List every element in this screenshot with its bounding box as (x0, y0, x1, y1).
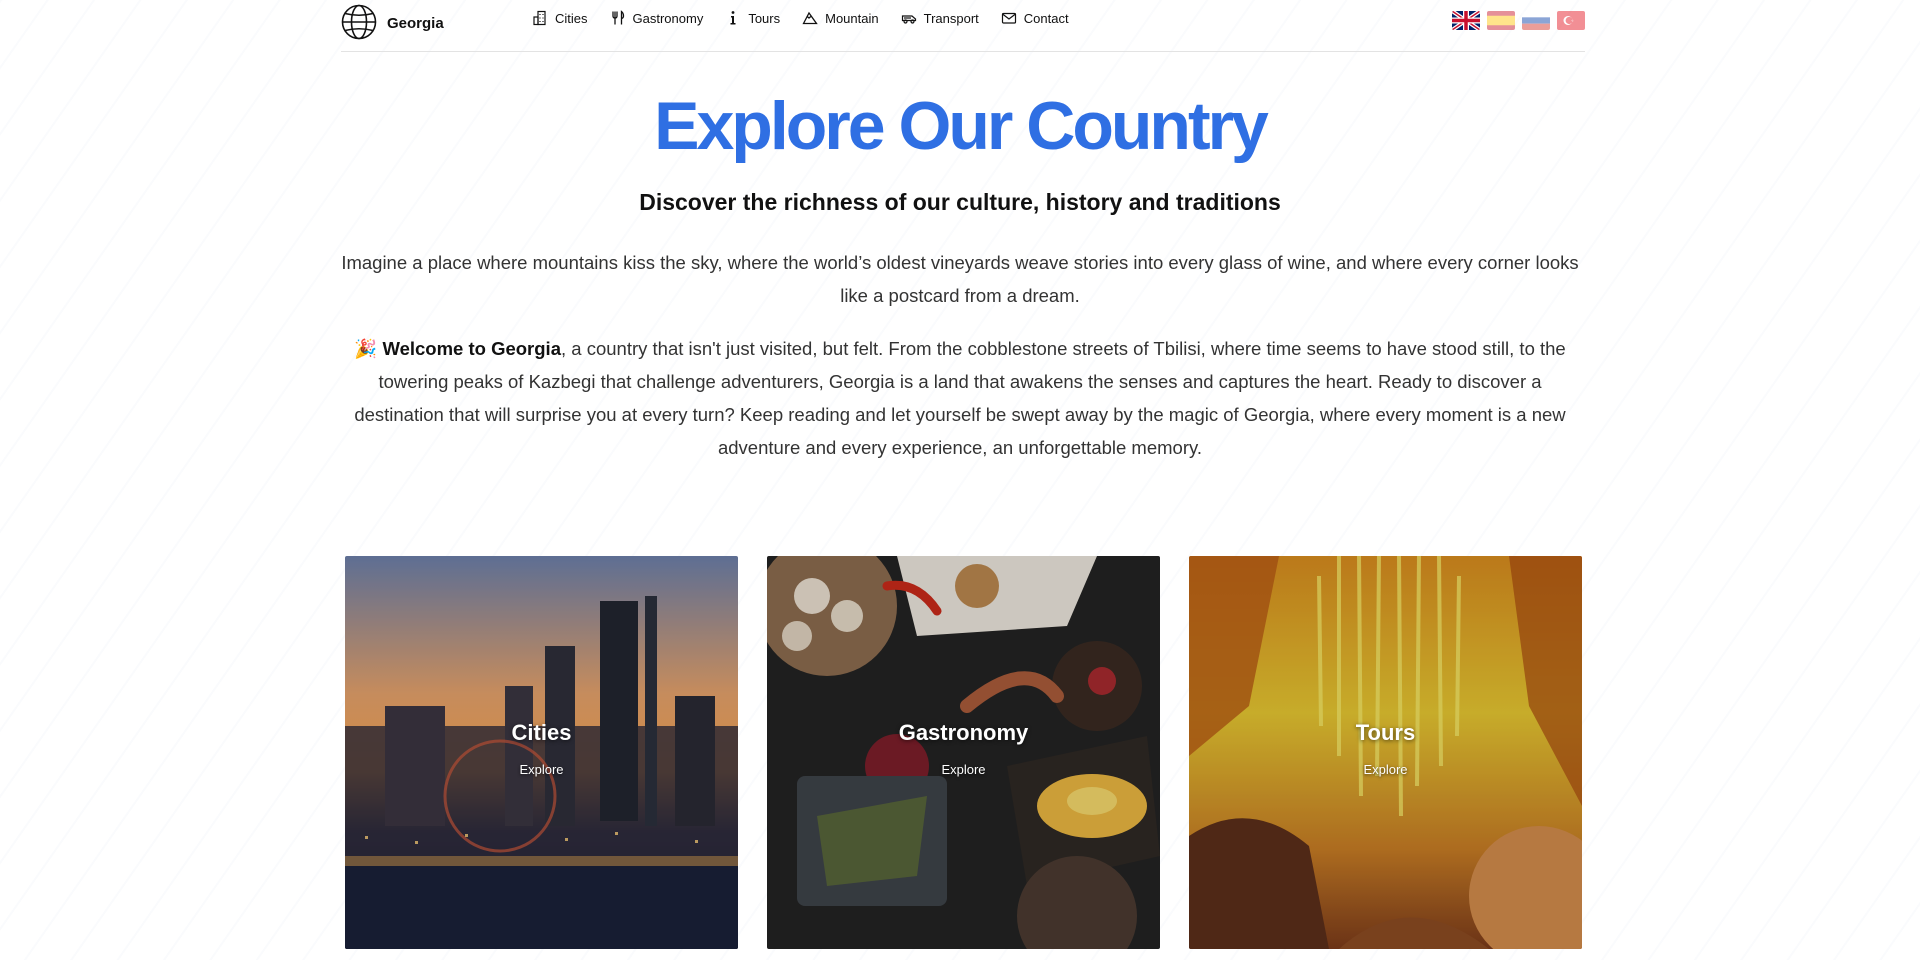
russia-flag-icon[interactable] (1522, 11, 1550, 30)
nav-item-label: Tours (748, 10, 781, 26)
globe-icon (341, 4, 377, 40)
card-explore-link[interactable]: Explore (767, 762, 1160, 777)
turkey-flag-icon[interactable] (1557, 11, 1585, 30)
main-nav: Cities Gastronomy Tours Mountain Transpo… (532, 10, 1091, 26)
nav-item-mountain[interactable]: Mountain (802, 10, 879, 26)
hero-section: Explore Our Country Discover the richnes… (0, 52, 1920, 464)
mail-icon (1001, 12, 1016, 24)
card-overlay (767, 556, 1160, 949)
card-title: Tours (1355, 720, 1416, 745)
card-explore-link[interactable]: Explore (345, 762, 738, 777)
welcome-heading: Welcome to Georgia (382, 338, 561, 360)
city-icon (533, 10, 546, 26)
party-icon: 🎉 (354, 338, 378, 360)
mountain-icon (802, 11, 818, 25)
card-title: Cities (511, 720, 572, 745)
category-cards: Cities Explore Gastronomy Explore Tours … (345, 556, 1611, 949)
card-overlay (1189, 556, 1582, 949)
spain-flag-icon[interactable] (1487, 11, 1515, 30)
hero-subtitle: Discover the richness of our culture, hi… (639, 189, 1281, 216)
card-title: Gastronomy (898, 720, 1029, 745)
nav-item-cities[interactable]: Cities (532, 10, 588, 26)
card-explore-link[interactable]: Explore (1189, 762, 1582, 777)
cutlery-icon (611, 10, 624, 25)
nav-item-contact[interactable]: Contact (1001, 10, 1069, 26)
welcome-paragraph: 🎉 Welcome to Georgia, a country that isn… (340, 332, 1580, 464)
card-gastronomy[interactable]: Gastronomy Explore (767, 556, 1160, 949)
card-cities[interactable]: Cities Explore (345, 556, 738, 949)
info-icon (730, 11, 736, 25)
navbar: Georgia Cities Gastronomy Tours Mountain… (341, 0, 1585, 52)
brand[interactable]: Georgia (341, 4, 444, 40)
car-icon (901, 15, 916, 24)
brand-name: Georgia (387, 14, 444, 32)
nav-item-label: Transport (923, 10, 979, 26)
nav-item-label: Mountain (825, 10, 879, 26)
nav-item-label: Gastronomy (632, 10, 704, 26)
uk-flag-icon[interactable] (1452, 11, 1480, 30)
nav-item-label: Cities (555, 10, 588, 26)
card-overlay (345, 556, 738, 949)
hero-title: Explore Our Country (654, 88, 1269, 164)
nav-item-label: Contact (1023, 10, 1069, 26)
language-switcher (1445, 11, 1585, 30)
nav-item-gastronomy[interactable]: Gastronomy (610, 10, 704, 26)
nav-item-tours[interactable]: Tours (725, 10, 780, 26)
intro-paragraph: Imagine a place where mountains kiss the… (341, 252, 1579, 307)
card-tours[interactable]: Tours Explore (1189, 556, 1582, 949)
nav-item-transport[interactable]: Transport (901, 10, 979, 26)
